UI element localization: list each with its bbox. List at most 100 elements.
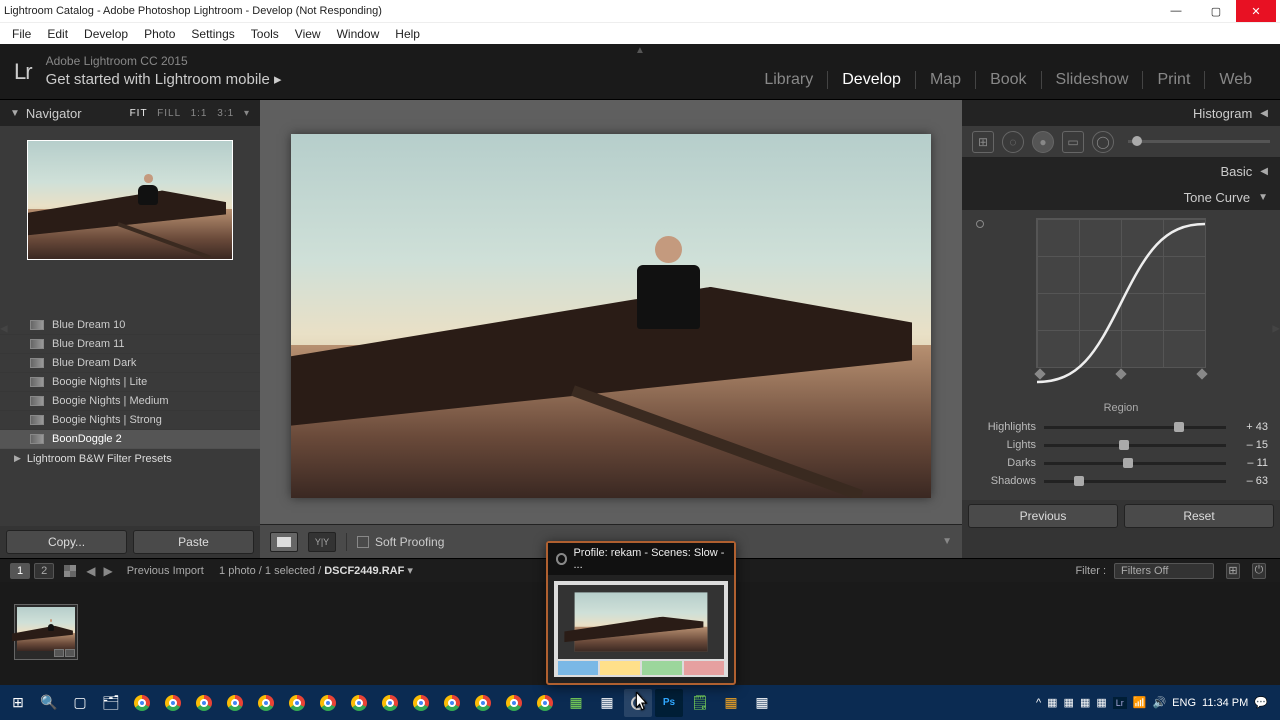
chrome-icon[interactable] xyxy=(469,689,497,717)
chrome-icon[interactable] xyxy=(190,689,218,717)
reset-button[interactable]: Reset xyxy=(1124,504,1274,528)
chrome-icon[interactable] xyxy=(531,689,559,717)
menu-window[interactable]: Window xyxy=(329,27,388,41)
graduated-filter-tool-icon[interactable]: ▭ xyxy=(1062,131,1084,153)
chrome-icon[interactable] xyxy=(252,689,280,717)
window-minimize-button[interactable]: — xyxy=(1156,0,1196,22)
menu-view[interactable]: View xyxy=(287,27,329,41)
tray-volume-icon[interactable]: 🔊 xyxy=(1152,696,1166,709)
slider-darks[interactable]: Darks – 11 xyxy=(974,454,1268,472)
zoom-fit[interactable]: FIT xyxy=(130,108,148,119)
previous-button[interactable]: Previous xyxy=(968,504,1118,528)
copy-button[interactable]: Copy... xyxy=(6,530,127,554)
preset-item[interactable]: Boogie Nights | Strong xyxy=(0,411,260,430)
identity-plate[interactable]: Adobe Lightroom CC 2015 Get started with… xyxy=(46,54,282,89)
chrome-icon[interactable] xyxy=(159,689,187,717)
chrome-icon[interactable] xyxy=(314,689,342,717)
basic-header[interactable]: Basic ◀ xyxy=(962,158,1280,184)
navigator-preview[interactable] xyxy=(0,126,260,316)
collapse-top-arrow-icon[interactable]: ▲ xyxy=(635,45,645,56)
tray-clock[interactable]: 11:34 PM xyxy=(1202,697,1248,709)
module-library[interactable]: Library xyxy=(750,71,827,89)
menu-file[interactable]: File xyxy=(4,27,39,41)
chrome-icon[interactable] xyxy=(283,689,311,717)
tone-curve-header[interactable]: Tone Curve ▼ xyxy=(962,184,1280,210)
filter-dropdown[interactable]: Filters Off xyxy=(1114,563,1214,579)
preset-item[interactable]: BoonDoggle 2 xyxy=(0,430,260,449)
filter-switch-icon[interactable]: ⏻ xyxy=(1252,563,1266,579)
chrome-icon[interactable] xyxy=(221,689,249,717)
chrome-icon[interactable] xyxy=(407,689,435,717)
preset-item[interactable]: Boogie Nights | Medium xyxy=(0,392,260,411)
menu-help[interactable]: Help xyxy=(387,27,428,41)
chrome-icon[interactable] xyxy=(438,689,466,717)
chrome-icon[interactable] xyxy=(128,689,156,717)
tray-language[interactable]: ENG xyxy=(1172,697,1196,709)
collapse-right-arrow-icon[interactable]: ▶ xyxy=(1272,324,1280,335)
tray-app-icon[interactable]: ▦ xyxy=(1096,696,1106,709)
app-icon[interactable]: ▦ xyxy=(717,689,745,717)
menu-edit[interactable]: Edit xyxy=(39,27,76,41)
tray-app-icon[interactable]: ▦ xyxy=(1080,696,1090,709)
tray-notifications-icon[interactable]: 💬 xyxy=(1254,696,1268,709)
nav-forward-icon[interactable]: ▶ xyxy=(99,564,116,578)
slider-shadows[interactable]: Shadows – 63 xyxy=(974,472,1268,490)
secondary-display-2[interactable]: 2 xyxy=(34,563,54,579)
target-adjust-icon[interactable] xyxy=(976,220,984,228)
menu-develop[interactable]: Develop xyxy=(76,27,136,41)
spot-removal-tool-icon[interactable]: ◌ xyxy=(1002,131,1024,153)
taskbar-hover-preview[interactable]: Profile: rekam - Scenes: Slow - ... xyxy=(546,541,736,685)
mask-slider[interactable] xyxy=(1128,140,1270,143)
preset-item[interactable]: Blue Dream Dark xyxy=(0,354,260,373)
slider-lights[interactable]: Lights – 15 xyxy=(974,436,1268,454)
breadcrumb[interactable]: Previous Import 1 photo / 1 selected / D… xyxy=(127,564,413,577)
app-icon[interactable]: 🗒 xyxy=(686,689,714,717)
app-icon[interactable]: ▦ xyxy=(562,689,590,717)
tray-network-icon[interactable]: 📶 xyxy=(1133,696,1147,709)
tray-up-icon[interactable]: ^ xyxy=(1036,697,1041,709)
before-after-button[interactable]: Y|Y xyxy=(308,532,336,552)
start-button[interactable]: ⊞ xyxy=(4,689,32,717)
lightroom-tray-icon[interactable]: Lr xyxy=(1113,697,1127,709)
crop-tool-icon[interactable]: ⊞ xyxy=(972,131,994,153)
tray-app-icon[interactable]: ▦ xyxy=(1064,696,1074,709)
slider-highlights[interactable]: Highlights + 43 xyxy=(974,418,1268,436)
zoom-3to1[interactable]: 3:1 xyxy=(217,108,234,119)
menu-settings[interactable]: Settings xyxy=(183,27,242,41)
grid-icon[interactable] xyxy=(64,565,76,577)
module-web[interactable]: Web xyxy=(1204,71,1266,89)
radial-filter-tool-icon[interactable]: ◯ xyxy=(1092,131,1114,153)
preset-item[interactable]: Blue Dream 11 xyxy=(0,335,260,354)
file-explorer-icon[interactable]: 🗂 xyxy=(97,689,125,717)
paste-button[interactable]: Paste xyxy=(133,530,254,554)
toolbar-dropdown-icon[interactable]: ▼ xyxy=(942,536,952,547)
module-slideshow[interactable]: Slideshow xyxy=(1041,71,1143,89)
menu-tools[interactable]: Tools xyxy=(243,27,287,41)
zoom-1to1[interactable]: 1:1 xyxy=(191,108,208,119)
menu-photo[interactable]: Photo xyxy=(136,27,183,41)
collapse-left-arrow-icon[interactable]: ◀ xyxy=(0,324,8,335)
filmstrip-thumbnail[interactable] xyxy=(14,604,78,660)
app-icon[interactable]: ▦ xyxy=(748,689,776,717)
preset-folder[interactable]: ▶Lightroom B&W Filter Presets xyxy=(0,449,260,468)
obs-taskbar-icon[interactable] xyxy=(624,689,652,717)
app-icon[interactable]: ▦ xyxy=(593,689,621,717)
chrome-icon[interactable] xyxy=(500,689,528,717)
window-maximize-button[interactable]: ▢ xyxy=(1196,0,1236,22)
preset-item[interactable]: Blue Dream 10 xyxy=(0,316,260,335)
window-close-button[interactable]: ✕ xyxy=(1236,0,1276,22)
task-view-icon[interactable]: ▢ xyxy=(66,689,94,717)
loupe-view-button[interactable] xyxy=(270,532,298,552)
module-book[interactable]: Book xyxy=(975,71,1040,89)
module-print[interactable]: Print xyxy=(1142,71,1204,89)
image-canvas[interactable] xyxy=(260,100,962,524)
redeye-tool-icon[interactable]: ● xyxy=(1032,131,1054,153)
tone-curve-graph[interactable] xyxy=(1036,218,1206,368)
zoom-fill[interactable]: FILL xyxy=(157,108,181,119)
system-tray[interactable]: ^ ▦ ▦ ▦ ▦ Lr 📶 🔊 ENG 11:34 PM 💬 xyxy=(1036,696,1276,709)
filter-lock-icon[interactable]: ⊞ xyxy=(1226,563,1240,579)
histogram-header[interactable]: Histogram ◀ xyxy=(962,100,1280,126)
zoom-more-icon[interactable]: ▾ xyxy=(244,108,250,119)
tray-app-icon[interactable]: ▦ xyxy=(1047,696,1057,709)
navigator-header[interactable]: ▼ Navigator FIT FILL 1:1 3:1 ▾ xyxy=(0,100,260,126)
